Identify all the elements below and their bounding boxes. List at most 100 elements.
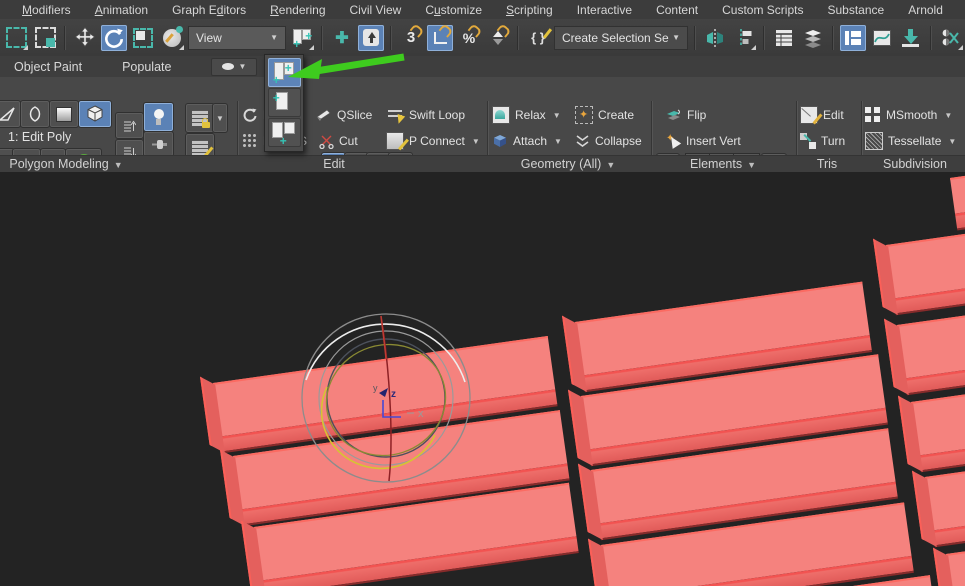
chevron-down-icon: ▼ bbox=[948, 136, 957, 146]
tris-turn-button[interactable]: Turn bbox=[800, 130, 845, 152]
menu-item-custom-scripts[interactable]: Custom Scripts bbox=[722, 3, 803, 17]
relax-button[interactable]: Relax ▼ bbox=[492, 104, 561, 126]
percent-snap-toggle-button[interactable]: % bbox=[456, 22, 483, 51]
subobject-border-button[interactable] bbox=[49, 100, 79, 128]
collapse-button[interactable]: Collapse bbox=[575, 130, 642, 152]
subobject-edge-button[interactable] bbox=[20, 100, 50, 128]
subobject-polygon-button[interactable] bbox=[78, 100, 112, 128]
rectangular-selection-region-button[interactable] bbox=[3, 25, 29, 51]
material-editor-button[interactable] bbox=[938, 25, 964, 51]
select-and-rotate-button[interactable] bbox=[101, 24, 127, 51]
msmooth-button[interactable]: MSmooth ▼ bbox=[865, 104, 952, 126]
menu-item-arnold[interactable]: Arnold bbox=[908, 3, 943, 17]
minimize-ribbon-button[interactable]: ▼ bbox=[211, 57, 258, 76]
angle-snap-toggle-button[interactable] bbox=[427, 22, 454, 51]
viewport[interactable]: y z x bbox=[0, 172, 965, 586]
scene-explorer-icon bbox=[805, 29, 821, 48]
toggle-layer-explorer-button[interactable] bbox=[771, 25, 797, 51]
menu-item-customize[interactable]: Customize bbox=[425, 3, 482, 17]
chevron-down-icon: ▼ bbox=[238, 62, 247, 71]
toolbar-separator bbox=[321, 25, 323, 50]
keyboard-shortcut-override-button[interactable] bbox=[358, 24, 384, 51]
named-selection-set-field[interactable]: Create Selection Se ▼ bbox=[554, 25, 688, 50]
chevron-down-icon: ▼ bbox=[554, 136, 562, 146]
tris-edit-button[interactable]: Edit bbox=[800, 104, 844, 126]
roof-strip[interactable] bbox=[925, 466, 965, 548]
mirror-icon bbox=[707, 28, 723, 47]
swift-loop-button[interactable]: Swift Loop bbox=[388, 104, 465, 126]
menu-item-scripting[interactable]: Scripting bbox=[506, 3, 553, 17]
spinner-snap-toggle-button[interactable] bbox=[485, 22, 512, 51]
toolbar-separator bbox=[694, 25, 696, 50]
tab-object-paint[interactable]: Object Paint bbox=[14, 60, 82, 74]
align-button[interactable] bbox=[731, 25, 757, 51]
edit-named-selection-sets-button[interactable]: { } bbox=[525, 25, 553, 51]
snap-toggle-3d-button[interactable]: 3 bbox=[398, 22, 425, 51]
toggle-scene-explorer-button[interactable] bbox=[800, 25, 826, 51]
menu-item-civil-view[interactable]: Civil View bbox=[350, 3, 402, 17]
subobject-vertex-button[interactable] bbox=[0, 100, 21, 128]
insert-vert-button[interactable]: ✦ Insert Vert bbox=[665, 130, 741, 152]
menu-item-graph-editors[interactable]: Graph Editors bbox=[172, 3, 246, 17]
select-and-scale-button[interactable] bbox=[130, 25, 156, 51]
gizmo-z-label: z bbox=[391, 389, 396, 400]
show-end-result-button[interactable] bbox=[143, 102, 174, 132]
roof-strip[interactable] bbox=[946, 546, 965, 586]
panel-label-elements[interactable]: Elements ▼ bbox=[690, 157, 756, 171]
menu-item-rendering[interactable]: Rendering bbox=[270, 3, 325, 17]
chevron-down-icon: ▼ bbox=[552, 110, 561, 120]
scissors-icon bbox=[319, 135, 334, 149]
roof-strip[interactable] bbox=[950, 172, 965, 231]
menu-item-substance[interactable]: Substance bbox=[827, 3, 884, 17]
cut-button[interactable]: Cut bbox=[319, 130, 358, 152]
curve-editor-button[interactable] bbox=[869, 25, 895, 51]
toggle-ribbon-button[interactable] bbox=[840, 24, 866, 51]
mirror-button[interactable] bbox=[702, 25, 728, 51]
tab-populate[interactable]: Populate bbox=[122, 60, 171, 74]
roof-strip[interactable] bbox=[897, 311, 965, 396]
selection-region-icon bbox=[5, 27, 27, 48]
border-icon bbox=[56, 106, 72, 122]
gizmo-axis-lines bbox=[382, 400, 401, 418]
locked-grid-dropdown[interactable]: ▼ bbox=[212, 103, 228, 133]
select-and-place-button[interactable] bbox=[159, 25, 185, 51]
polygon-cube-icon bbox=[87, 105, 103, 122]
use-selection-center-option[interactable]: + + bbox=[267, 58, 301, 87]
select-region-mode-button[interactable] bbox=[32, 25, 58, 51]
locked-grid-button[interactable] bbox=[185, 103, 215, 133]
roof-strip[interactable] bbox=[886, 229, 965, 316]
panel-label-tris[interactable]: Tris bbox=[817, 157, 837, 171]
use-center-flyout-button[interactable]: + + bbox=[289, 25, 315, 51]
move-icon bbox=[75, 26, 95, 47]
chevron-down-icon: ▼ bbox=[270, 33, 278, 42]
chevron-down-icon: ▼ bbox=[113, 160, 123, 170]
rotate-gizmo[interactable]: y z x bbox=[297, 305, 475, 491]
attach-button[interactable]: Attach ▼ bbox=[492, 130, 562, 152]
schematic-view-button[interactable] bbox=[898, 25, 924, 51]
use-transform-coordinate-center-option[interactable]: + bbox=[267, 118, 301, 147]
menu-item-modifiers[interactable]: Modifiers bbox=[22, 3, 71, 17]
select-and-move-button[interactable] bbox=[72, 25, 98, 51]
next-modifier-button[interactable] bbox=[115, 112, 144, 139]
rotate-icon bbox=[105, 28, 124, 48]
menu-item-content[interactable]: Content bbox=[656, 3, 698, 17]
use-pivot-point-center-option[interactable]: + bbox=[267, 88, 301, 117]
panel-label-geometry[interactable]: Geometry (All) ▼ bbox=[521, 157, 616, 171]
select-and-manipulate-button[interactable]: ✚ bbox=[329, 25, 355, 51]
menu-item-animation[interactable]: Animation bbox=[95, 3, 148, 17]
p-connect-button[interactable]: P Connect ▼ bbox=[386, 130, 480, 152]
use-selection-center-icon: + + bbox=[293, 28, 312, 51]
panel-label-polygon-modeling[interactable]: Polygon Modeling ▼ bbox=[9, 157, 122, 171]
flip-button[interactable]: Flip bbox=[665, 104, 706, 126]
tessellate-icon bbox=[865, 132, 883, 150]
roof-strip[interactable] bbox=[911, 389, 965, 473]
pin-stack-button[interactable] bbox=[143, 131, 174, 157]
qslice-button[interactable]: QSlice bbox=[316, 104, 372, 126]
reference-coordinate-system-dropdown[interactable]: View ▼ bbox=[188, 25, 286, 50]
create-button[interactable]: ✦ Create bbox=[575, 104, 634, 126]
panel-label-edit[interactable]: Edit bbox=[323, 157, 345, 171]
material-editor-icon bbox=[942, 29, 959, 45]
tessellate-button[interactable]: Tessellate ▼ bbox=[865, 130, 956, 152]
panel-label-subdivision[interactable]: Subdivision bbox=[883, 157, 947, 171]
menu-item-interactive[interactable]: Interactive bbox=[577, 3, 632, 17]
